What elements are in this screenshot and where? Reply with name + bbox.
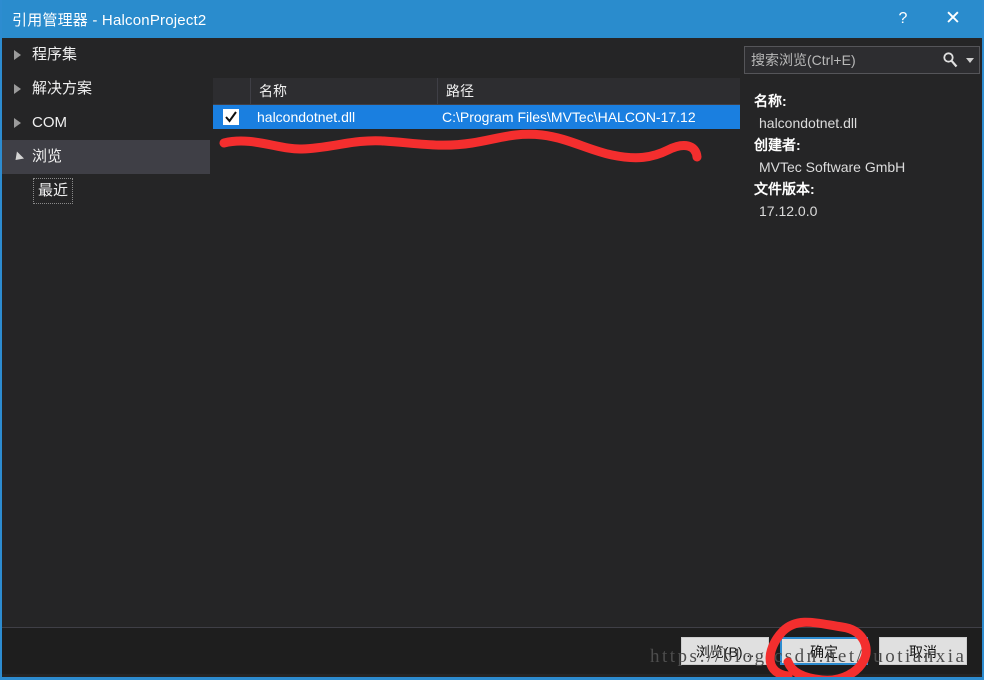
column-header-path[interactable]: 路径 <box>438 78 740 104</box>
sidebar-item-solution[interactable]: 解决方案 <box>2 72 210 106</box>
browse-button[interactable]: 浏览(B)... <box>681 637 769 665</box>
row-path: C:\Program Files\MVTec\HALCON-17.12 <box>442 109 696 125</box>
window-title: 引用管理器 - HalconProject2 <box>12 12 207 29</box>
close-button[interactable]: ✕ <box>930 0 976 38</box>
row-name: halcondotnet.dll <box>257 109 356 125</box>
chevron-right-icon <box>14 84 21 94</box>
search-box[interactable] <box>744 46 980 74</box>
detail-value-name: halcondotnet.dll <box>759 115 858 131</box>
cancel-button[interactable]: 取消 <box>879 637 967 665</box>
reference-manager-dialog: 引用管理器 - HalconProject2 ? ✕ 程序集 解决方案 COM … <box>0 0 984 680</box>
search-input[interactable] <box>745 47 935 73</box>
search-icon[interactable] <box>941 51 959 69</box>
details-panel: 名称: halcondotnet.dll 创建者: MVTec Software… <box>744 38 982 634</box>
detail-value-fileversion: 17.12.0.0 <box>759 203 818 219</box>
detail-key-author: 创建者: <box>754 137 801 153</box>
dialog-body: 程序集 解决方案 COM 浏览 最近 名称 路径 halcondotnet.dl… <box>2 38 982 670</box>
sidebar-item-recent[interactable]: 最近 <box>2 174 210 208</box>
chevron-down-icon[interactable] <box>966 58 974 63</box>
sidebar-item-label: 解决方案 <box>32 80 93 97</box>
detail-key-name: 名称: <box>754 93 787 109</box>
row-checkbox[interactable] <box>223 109 239 125</box>
help-button[interactable]: ? <box>880 0 926 38</box>
reference-list-panel: 名称 路径 halcondotnet.dll C:\Program Files\… <box>213 78 740 670</box>
chevron-right-icon <box>14 50 21 60</box>
chevron-down-icon <box>11 151 25 164</box>
reference-details: 名称: halcondotnet.dll 创建者: MVTec Software… <box>754 90 982 222</box>
table-row[interactable]: halcondotnet.dll C:\Program Files\MVTec\… <box>213 105 740 129</box>
sidebar-item-label: COM <box>32 114 67 131</box>
ok-button[interactable]: 确定 <box>780 637 868 665</box>
column-header-name[interactable]: 名称 <box>251 78 438 104</box>
chevron-right-icon <box>14 118 21 128</box>
list-header: 名称 路径 <box>213 78 740 105</box>
detail-value-author: MVTec Software GmbH <box>759 159 906 175</box>
sidebar-item-com[interactable]: COM <box>2 106 210 140</box>
list-body[interactable]: halcondotnet.dll C:\Program Files\MVTec\… <box>213 105 740 645</box>
title-bar: 引用管理器 - HalconProject2 ? ✕ <box>2 0 982 38</box>
sidebar-item-assemblies[interactable]: 程序集 <box>2 38 210 72</box>
sidebar-item-label: 程序集 <box>32 46 78 63</box>
column-header-check[interactable] <box>213 78 251 104</box>
dialog-footer: 浏览(B)... 确定 取消 <box>2 627 982 674</box>
category-tree: 程序集 解决方案 COM 浏览 最近 <box>2 38 210 634</box>
sidebar-item-browse[interactable]: 浏览 <box>2 140 210 174</box>
sidebar-item-label: 最近 <box>32 178 74 204</box>
sidebar-item-label: 浏览 <box>32 148 63 165</box>
detail-key-fileversion: 文件版本: <box>754 181 815 197</box>
